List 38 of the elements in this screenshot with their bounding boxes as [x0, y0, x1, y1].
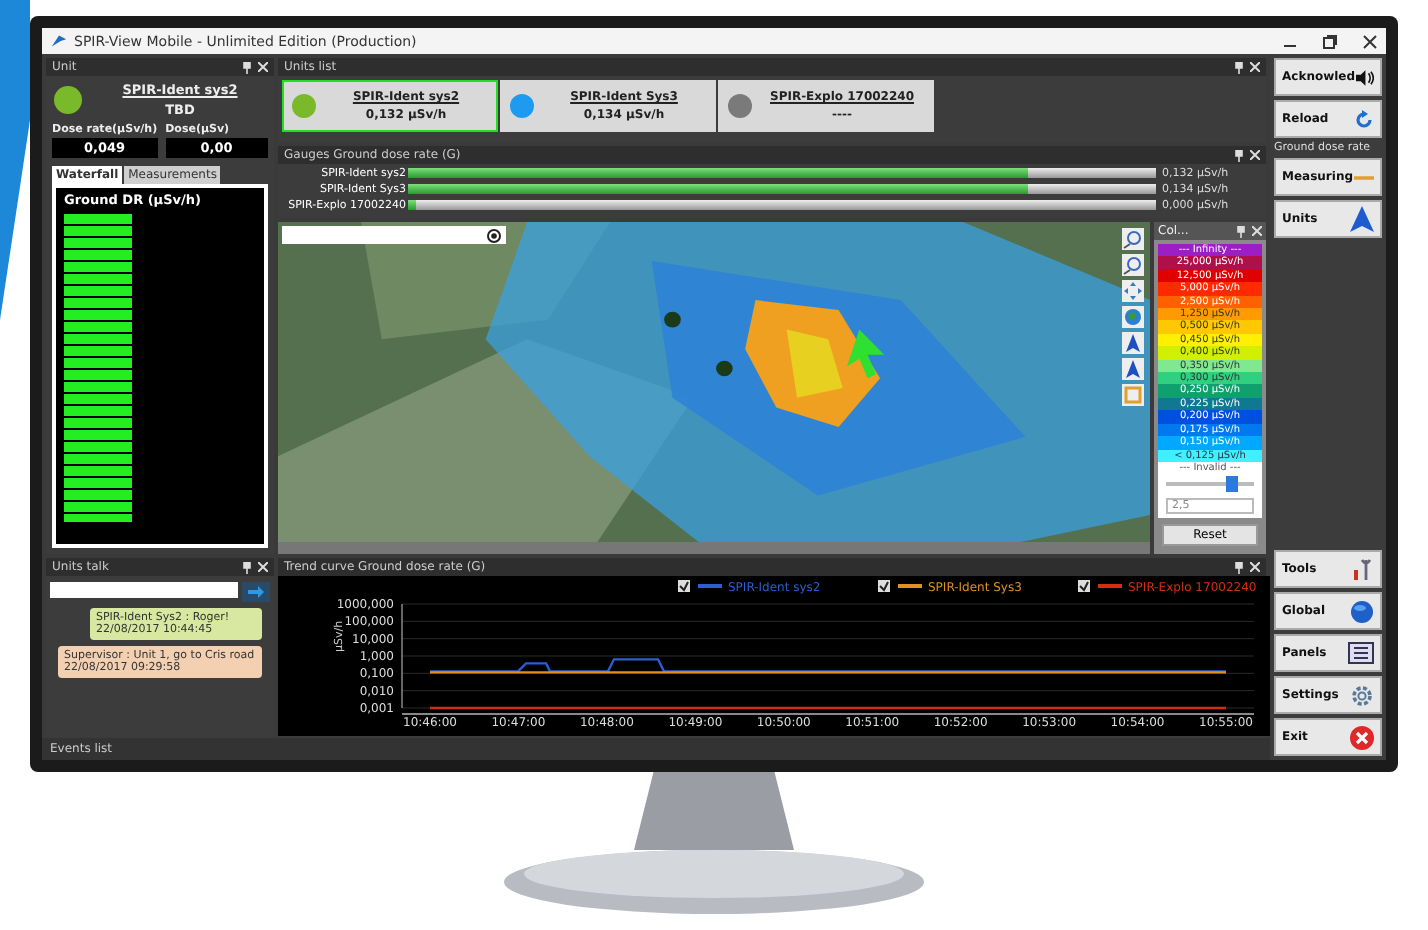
pin-icon[interactable] — [1236, 225, 1246, 237]
map-search-field[interactable] — [282, 226, 506, 244]
unit-marker — [664, 311, 681, 328]
close-icon — [1350, 725, 1374, 749]
legend-checkbox[interactable] — [878, 580, 890, 592]
reload-icon — [1354, 109, 1374, 129]
north-arrow-icon[interactable] — [1122, 332, 1144, 354]
arrow-icon — [248, 586, 264, 598]
pin-icon[interactable] — [242, 561, 252, 573]
line-icon — [1353, 173, 1374, 181]
map-scrollbar[interactable] — [278, 542, 1150, 554]
message-input[interactable] — [50, 582, 238, 598]
legend-checkbox[interactable] — [1078, 580, 1090, 592]
pin-icon[interactable] — [1234, 149, 1244, 161]
pin-icon[interactable] — [242, 61, 252, 73]
globe-icon[interactable] — [1122, 306, 1144, 328]
globe-icon — [1350, 599, 1374, 623]
pan-icon[interactable] — [1122, 280, 1144, 302]
zoom-in-icon[interactable] — [1122, 228, 1144, 250]
north-arrow-icon — [1350, 206, 1374, 232]
speaker-icon — [1355, 67, 1374, 87]
pin-icon[interactable] — [1234, 61, 1244, 73]
y-axis — [401, 603, 403, 709]
send-button[interactable] — [242, 582, 270, 602]
app-icon — [50, 32, 68, 50]
window-icon — [1348, 642, 1374, 664]
unit-marker — [716, 360, 733, 377]
target-icon[interactable] — [486, 227, 502, 243]
maximize-icon[interactable] — [1322, 33, 1338, 49]
cursor-arrow — [846, 329, 885, 379]
legend-checkbox[interactable] — [678, 580, 690, 592]
pin-icon[interactable] — [1234, 561, 1244, 573]
threshold-slider-thumb[interactable] — [1226, 475, 1238, 492]
settings-icon — [1350, 683, 1374, 707]
close-icon[interactable] — [1362, 33, 1378, 49]
tools-icon — [1350, 557, 1374, 581]
zoom-out-icon[interactable] — [1122, 254, 1144, 276]
north-arrow-icon[interactable] — [1122, 358, 1144, 380]
